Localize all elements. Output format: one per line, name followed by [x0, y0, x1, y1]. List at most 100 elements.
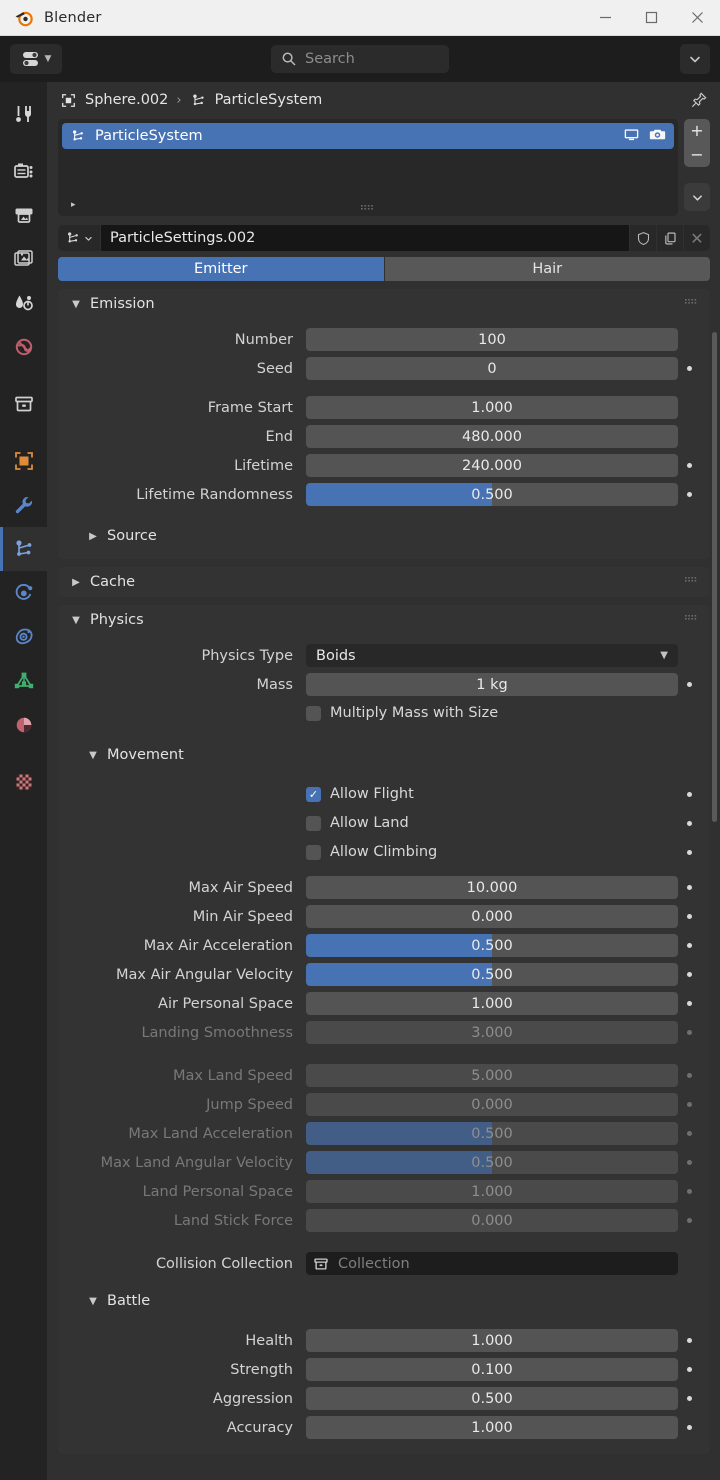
- sidebar-item-world[interactable]: [0, 325, 47, 369]
- decorator-health[interactable]: [678, 1338, 700, 1343]
- decorator-max-land-acceleration[interactable]: [678, 1131, 700, 1136]
- panel-drag-grip-icon[interactable]: [685, 612, 699, 628]
- dropdown-physics-type[interactable]: Boids ▼: [306, 644, 678, 667]
- field-min-air-speed[interactable]: 0.000: [306, 905, 678, 928]
- field-max-air-speed[interactable]: 10.000: [306, 876, 678, 899]
- panel-drag-grip-icon[interactable]: [685, 574, 699, 590]
- add-particle-system-button[interactable]: +: [684, 119, 710, 143]
- monitor-icon[interactable]: [623, 126, 640, 147]
- sidebar-item-output[interactable]: [0, 193, 47, 237]
- remove-particle-system-button[interactable]: −: [684, 143, 710, 167]
- field-jump-speed[interactable]: 0.000: [306, 1093, 678, 1116]
- duplicate-datablock-button[interactable]: [656, 225, 683, 251]
- properties-scroll-area[interactable]: ParticleSystem ▸ + − ParticleSettings.00…: [47, 118, 720, 1480]
- checkbox-box[interactable]: ✓: [306, 786, 321, 802]
- sidebar-item-particles[interactable]: [0, 527, 47, 571]
- sidebar-item-material[interactable]: [0, 703, 47, 747]
- sidebar-item-render[interactable]: [0, 149, 47, 193]
- decorator-min-air-speed[interactable]: [678, 914, 700, 919]
- field-land-personal-space[interactable]: 1.000: [306, 1180, 678, 1203]
- panel-drag-grip-icon[interactable]: [685, 296, 699, 312]
- checkbox-box[interactable]: [306, 705, 321, 721]
- decorator-seed[interactable]: [678, 366, 700, 371]
- decorator-land-stick-force[interactable]: [678, 1218, 700, 1223]
- field-number[interactable]: 100: [306, 328, 678, 351]
- panel-physics-header[interactable]: ▼ Physics: [58, 605, 710, 635]
- close-button[interactable]: [674, 0, 720, 36]
- pin-icon[interactable]: [690, 91, 708, 109]
- field-land-stick-force[interactable]: 0.000: [306, 1209, 678, 1232]
- search-field[interactable]: Search: [271, 45, 449, 73]
- decorator-lifetime-randomness[interactable]: [678, 492, 700, 497]
- decorator-max-air-speed[interactable]: [678, 885, 700, 890]
- decorator-max-air-angular-velocity[interactable]: [678, 972, 700, 977]
- sidebar-item-constraints[interactable]: [0, 615, 47, 659]
- type-option-emitter[interactable]: Emitter: [58, 257, 384, 281]
- field-end[interactable]: 480.000: [306, 425, 678, 448]
- field-max-land-acceleration[interactable]: 0.500: [306, 1122, 678, 1145]
- field-mass[interactable]: 1 kg: [306, 673, 678, 696]
- fake-user-button[interactable]: [629, 225, 656, 251]
- breadcrumb-leaf[interactable]: ParticleSystem: [215, 92, 323, 108]
- sidebar-item-object-data[interactable]: [0, 659, 47, 703]
- sidebar-item-collection[interactable]: [0, 382, 47, 426]
- decorator-max-air-acceleration[interactable]: [678, 943, 700, 948]
- decorator-strength[interactable]: [678, 1367, 700, 1372]
- field-max-air-acceleration[interactable]: 0.500: [306, 934, 678, 957]
- editor-type-selector[interactable]: ▼: [10, 44, 62, 74]
- decorator-frame-start[interactable]: [678, 405, 700, 410]
- subpanel-movement-header[interactable]: ▼ Movement: [58, 741, 710, 769]
- subpanel-battle-header[interactable]: ▼ Battle: [58, 1287, 710, 1315]
- field-accuracy[interactable]: 1.000: [306, 1416, 678, 1439]
- vertical-scrollbar[interactable]: [712, 332, 717, 822]
- checkbox-allow-flight[interactable]: ✓ Allow Flight: [306, 786, 678, 802]
- field-lifetime-randomness[interactable]: 0.500: [306, 483, 678, 506]
- decorator-aggression[interactable]: [678, 1396, 700, 1401]
- decorator-mass[interactable]: [678, 682, 700, 687]
- field-max-land-speed[interactable]: 5.000: [306, 1064, 678, 1087]
- field-collision-collection[interactable]: Collection: [306, 1252, 678, 1275]
- decorator-max-land-speed[interactable]: [678, 1073, 700, 1078]
- field-max-air-angular-velocity[interactable]: 0.500: [306, 963, 678, 986]
- sidebar-item-object[interactable]: [0, 439, 47, 483]
- decorator-jump-speed[interactable]: [678, 1102, 700, 1107]
- field-lifetime[interactable]: 240.000: [306, 454, 678, 477]
- unlink-datablock-button[interactable]: ✕: [683, 225, 710, 251]
- minimize-button[interactable]: [582, 0, 628, 36]
- decorator-max-land-angular-velocity[interactable]: [678, 1160, 700, 1165]
- field-strength[interactable]: 0.100: [306, 1358, 678, 1381]
- expand-triangle-icon[interactable]: ▸: [71, 200, 76, 210]
- datablock-name-field[interactable]: ParticleSettings.002: [100, 225, 629, 251]
- field-landing-smoothness[interactable]: 3.000: [306, 1021, 678, 1044]
- field-aggression[interactable]: 0.500: [306, 1387, 678, 1410]
- checkbox-allow-climbing[interactable]: Allow Climbing: [306, 844, 678, 860]
- datablock-browse-button[interactable]: [58, 225, 100, 251]
- panel-cache-header[interactable]: ▶ Cache: [58, 567, 710, 597]
- checkbox-multiply-mass[interactable]: Multiply Mass with Size: [306, 705, 678, 721]
- decorator-number[interactable]: [678, 337, 700, 342]
- sidebar-item-tool[interactable]: [0, 92, 47, 136]
- field-max-land-angular-velocity[interactable]: 0.500: [306, 1151, 678, 1174]
- decorator-allow-land[interactable]: [678, 820, 700, 826]
- resize-grip-icon[interactable]: [359, 196, 377, 215]
- list-item[interactable]: ParticleSystem: [62, 123, 674, 149]
- field-air-personal-space[interactable]: 1.000: [306, 992, 678, 1015]
- sidebar-item-texture[interactable]: [0, 760, 47, 804]
- checkbox-box[interactable]: [306, 844, 321, 860]
- particle-system-listbox[interactable]: ParticleSystem ▸: [58, 118, 678, 216]
- breadcrumb-object[interactable]: Sphere.002: [85, 92, 168, 108]
- decorator-land-personal-space[interactable]: [678, 1189, 700, 1194]
- decorator-landing-smoothness[interactable]: [678, 1030, 700, 1035]
- decorator-allow-flight[interactable]: [678, 791, 700, 797]
- decorator-air-personal-space[interactable]: [678, 1001, 700, 1006]
- sidebar-item-scene[interactable]: [0, 281, 47, 325]
- camera-icon[interactable]: [649, 126, 666, 147]
- decorator-end[interactable]: [678, 434, 700, 439]
- sidebar-item-view-layer[interactable]: [0, 237, 47, 281]
- particle-specials-button[interactable]: [684, 183, 710, 211]
- decorator-allow-climbing[interactable]: [678, 849, 700, 855]
- panel-emission-header[interactable]: ▼ Emission: [58, 289, 710, 319]
- subpanel-source-header[interactable]: ▶ Source: [58, 522, 710, 550]
- field-seed[interactable]: 0: [306, 357, 678, 380]
- checkbox-allow-land[interactable]: Allow Land: [306, 815, 678, 831]
